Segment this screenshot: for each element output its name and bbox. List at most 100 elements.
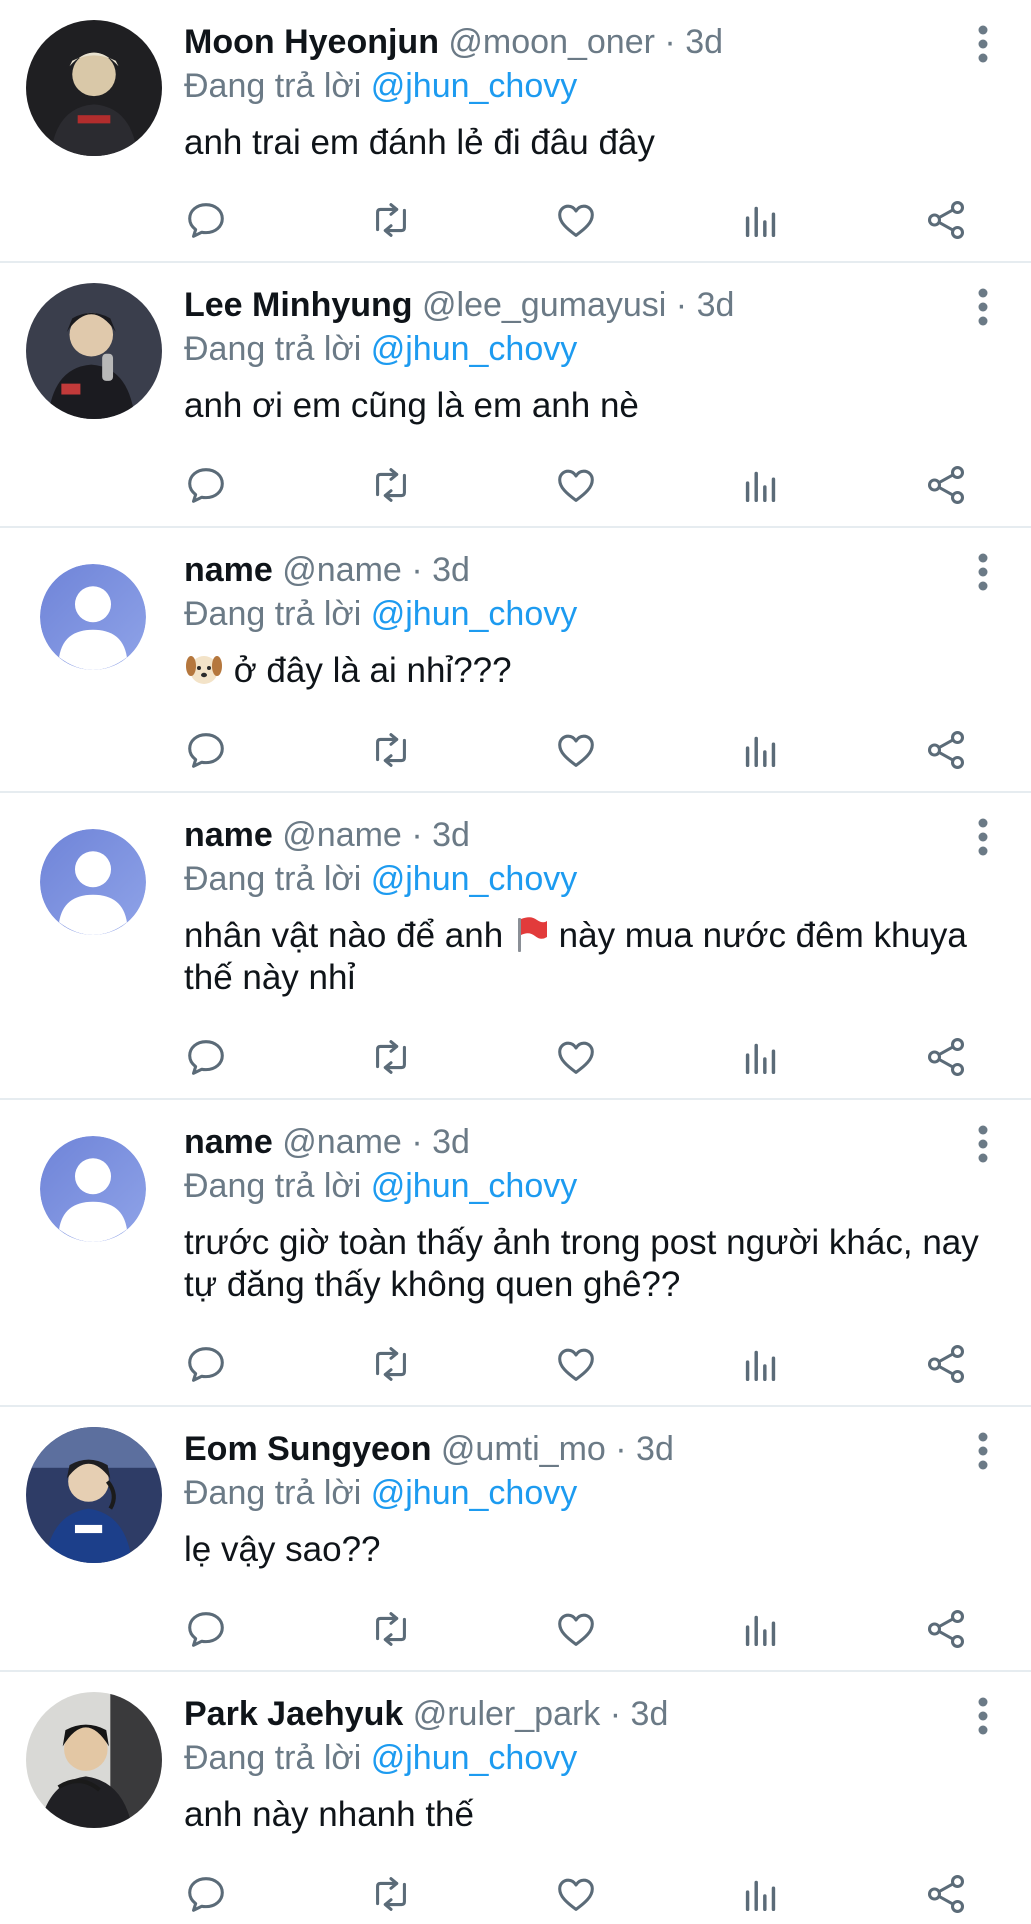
- more-options-button[interactable]: [965, 1429, 1001, 1473]
- mention-link[interactable]: @jhun_chovy: [371, 860, 578, 898]
- reply-button[interactable]: [176, 455, 236, 515]
- user-handle[interactable]: @ruler_park: [413, 1695, 601, 1733]
- tweet[interactable]: name @name · 3d Đang trả lời @jhun_chovy…: [0, 1100, 1031, 1407]
- display-name[interactable]: Park Jaehyuk: [184, 1695, 403, 1733]
- timestamp[interactable]: 3d: [697, 286, 735, 324]
- replying-to: Đang trả lời @jhun_chovy: [184, 1166, 577, 1206]
- analytics-icon: [745, 736, 776, 768]
- retweet-button[interactable]: [361, 1864, 421, 1924]
- reply-prefix: Đang trả lời: [184, 330, 362, 368]
- reply-button[interactable]: [176, 190, 236, 250]
- avatar[interactable]: [40, 829, 146, 935]
- tweet[interactable]: Lee Minhyung @lee_gumayusi · 3d Đang trả…: [0, 263, 1031, 528]
- user-handle[interactable]: @name: [282, 551, 402, 589]
- share-button[interactable]: [916, 455, 976, 515]
- more-options-button[interactable]: [965, 550, 1001, 594]
- more-options-button[interactable]: [965, 285, 1001, 329]
- retweet-button[interactable]: [361, 720, 421, 780]
- analytics-icon: [745, 1350, 776, 1382]
- display-name[interactable]: Moon Hyeonjun: [184, 23, 439, 61]
- share-icon: [927, 1038, 965, 1076]
- more-options-button[interactable]: [965, 22, 1001, 66]
- reply-button[interactable]: [176, 720, 236, 780]
- analytics-button[interactable]: [731, 190, 791, 250]
- mention-link[interactable]: @jhun_chovy: [371, 67, 578, 105]
- mention-link[interactable]: @jhun_chovy: [371, 1474, 578, 1512]
- display-name[interactable]: name: [184, 1123, 273, 1161]
- user-handle[interactable]: @name: [282, 1123, 402, 1161]
- mention-link[interactable]: @jhun_chovy: [371, 1167, 578, 1205]
- share-button[interactable]: [916, 1334, 976, 1394]
- share-button[interactable]: [916, 720, 976, 780]
- display-name[interactable]: Lee Minhyung: [184, 286, 413, 324]
- timestamp[interactable]: 3d: [432, 551, 470, 589]
- tweet[interactable]: Eom Sungyeon @umti_mo · 3d Đang trả lời …: [0, 1407, 1031, 1672]
- avatar[interactable]: [26, 1427, 162, 1563]
- mention-link[interactable]: @jhun_chovy: [371, 595, 578, 633]
- user-handle[interactable]: @name: [282, 816, 402, 854]
- tweet-text: trước giờ toàn thấy ảnh trong post người…: [184, 1223, 979, 1304]
- more-options-button[interactable]: [965, 815, 1001, 859]
- avatar[interactable]: [26, 1692, 162, 1828]
- tweet[interactable]: Moon Hyeonjun @moon_oner · 3d Đang trả l…: [0, 0, 1031, 263]
- retweet-button[interactable]: [361, 1599, 421, 1659]
- more-options-button[interactable]: [965, 1694, 1001, 1738]
- more-options-button[interactable]: [965, 1122, 1001, 1166]
- analytics-icon: [745, 206, 776, 238]
- timestamp[interactable]: 3d: [432, 816, 470, 854]
- reply-button[interactable]: [176, 1599, 236, 1659]
- tweet[interactable]: Park Jaehyuk @ruler_park · 3d Đang trả l…: [0, 1672, 1031, 1920]
- timestamp[interactable]: 3d: [631, 1695, 669, 1733]
- reply-button[interactable]: [176, 1334, 236, 1394]
- user-handle[interactable]: @umti_mo: [441, 1430, 606, 1468]
- analytics-button[interactable]: [731, 1027, 791, 1087]
- analytics-button[interactable]: [731, 720, 791, 780]
- share-button[interactable]: [916, 1027, 976, 1087]
- tweet[interactable]: name @name · 3d Đang trả lời @jhun_chovy…: [0, 793, 1031, 1100]
- like-button[interactable]: [546, 1334, 606, 1394]
- mention-link[interactable]: @jhun_chovy: [371, 1739, 578, 1777]
- timestamp[interactable]: 3d: [685, 23, 723, 61]
- timestamp[interactable]: 3d: [432, 1123, 470, 1161]
- retweet-button[interactable]: [361, 190, 421, 250]
- like-button[interactable]: [546, 455, 606, 515]
- mention-link[interactable]: @jhun_chovy: [371, 330, 578, 368]
- like-button[interactable]: [546, 1599, 606, 1659]
- tweet[interactable]: name @name · 3d Đang trả lời @jhun_chovy…: [0, 528, 1031, 793]
- retweet-button[interactable]: [361, 1027, 421, 1087]
- like-button[interactable]: [546, 1864, 606, 1924]
- avatar[interactable]: [26, 20, 162, 156]
- share-button[interactable]: [916, 1599, 976, 1659]
- analytics-button[interactable]: [731, 1599, 791, 1659]
- avatar-photo: [26, 1427, 162, 1563]
- more-vertical-icon: [978, 288, 988, 326]
- analytics-button[interactable]: [731, 1864, 791, 1924]
- reply-icon: [188, 733, 224, 768]
- share-button[interactable]: [916, 190, 976, 250]
- analytics-button[interactable]: [731, 1334, 791, 1394]
- action-bar: [0, 1864, 1031, 1924]
- share-button[interactable]: [916, 1864, 976, 1924]
- reply-button[interactable]: [176, 1864, 236, 1924]
- display-name[interactable]: name: [184, 816, 273, 854]
- avatar[interactable]: [40, 1136, 146, 1242]
- retweet-button[interactable]: [361, 1334, 421, 1394]
- like-button[interactable]: [546, 190, 606, 250]
- user-handle[interactable]: @moon_oner: [448, 23, 655, 61]
- avatar[interactable]: [40, 564, 146, 670]
- replying-to: Đang trả lời @jhun_chovy: [184, 594, 577, 634]
- retweet-button[interactable]: [361, 455, 421, 515]
- separator-dot: ·: [411, 551, 423, 589]
- user-handle[interactable]: @lee_gumayusi: [422, 286, 666, 324]
- like-button[interactable]: [546, 1027, 606, 1087]
- timestamp[interactable]: 3d: [636, 1430, 674, 1468]
- separator-dot: ·: [664, 23, 676, 61]
- like-button[interactable]: [546, 720, 606, 780]
- reply-button[interactable]: [176, 1027, 236, 1087]
- display-name[interactable]: name: [184, 551, 273, 589]
- avatar[interactable]: [26, 283, 162, 419]
- retweet-icon: [376, 1612, 406, 1646]
- replying-to: Đang trả lời @jhun_chovy: [184, 1738, 577, 1778]
- display-name[interactable]: Eom Sungyeon: [184, 1430, 431, 1468]
- analytics-button[interactable]: [731, 455, 791, 515]
